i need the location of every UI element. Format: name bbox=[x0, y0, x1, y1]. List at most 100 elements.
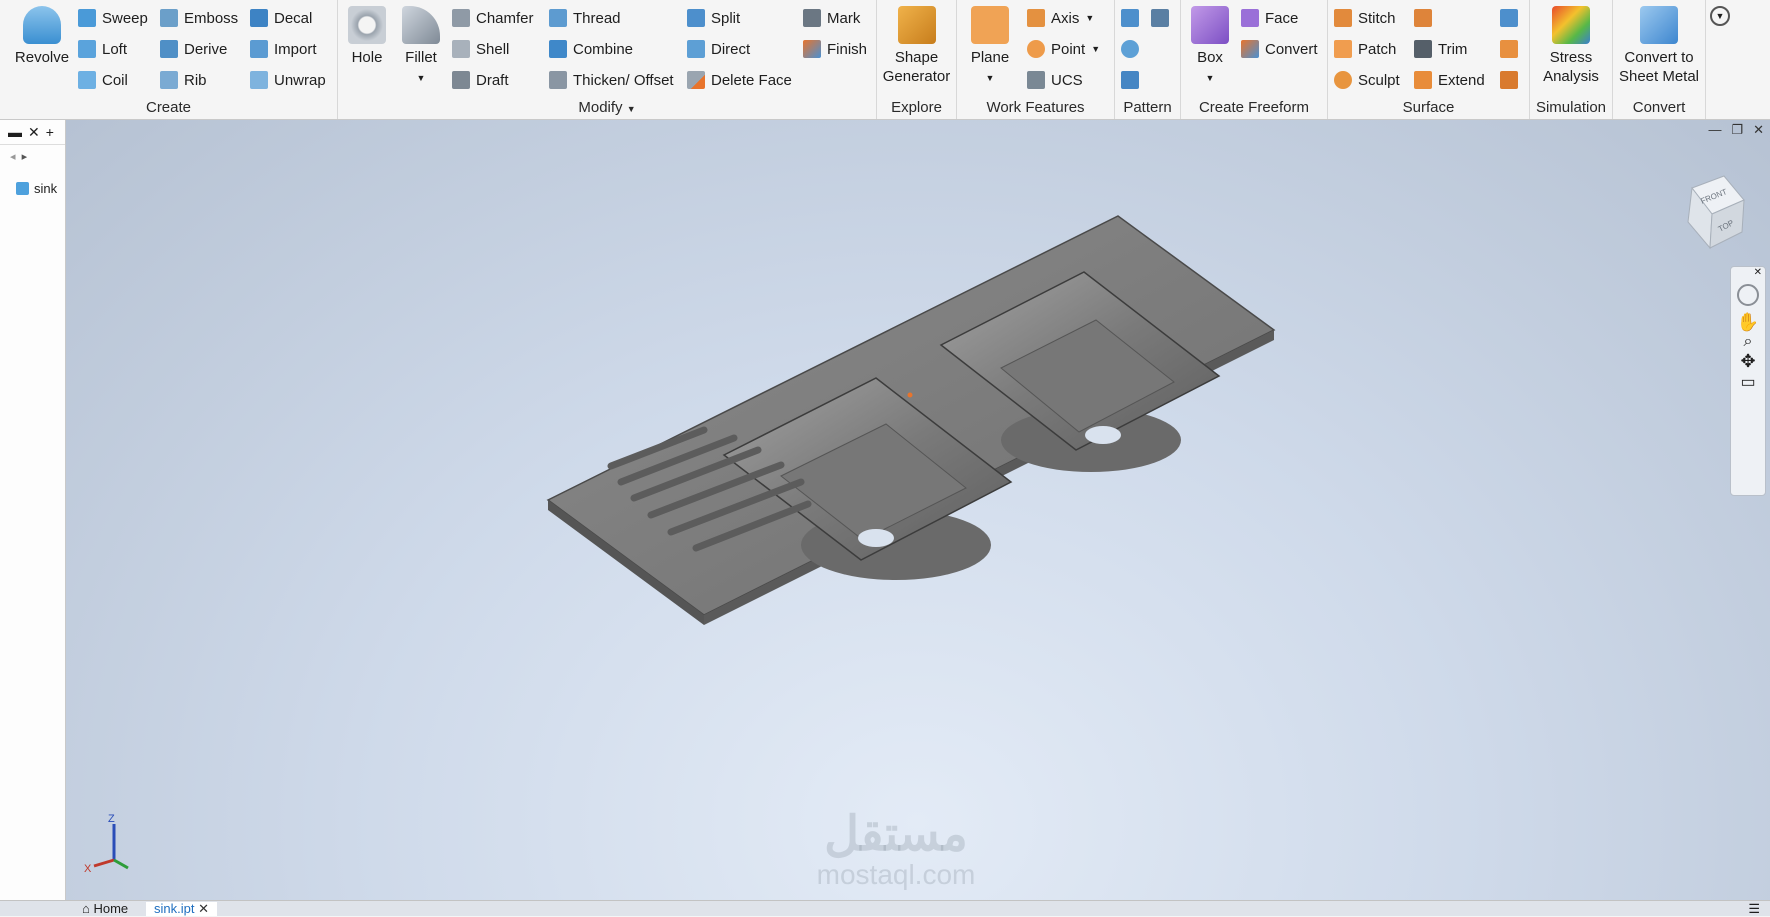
mirror-icon[interactable] bbox=[1151, 9, 1169, 27]
fit-mesh-face-icon[interactable] bbox=[1500, 71, 1518, 89]
explore-panel: Shape Generator Explore bbox=[877, 0, 957, 119]
chamfer-button[interactable]: Chamfer bbox=[452, 9, 534, 27]
direct-button[interactable]: Direct bbox=[687, 40, 750, 58]
trim-button[interactable]: Trim bbox=[1414, 40, 1467, 58]
sketch-driven-pattern-icon[interactable] bbox=[1121, 71, 1139, 89]
split-icon bbox=[687, 9, 705, 27]
pattern-panel-title: Pattern bbox=[1123, 99, 1172, 116]
chamfer-icon bbox=[452, 9, 470, 27]
face-button[interactable]: Face bbox=[1241, 9, 1298, 27]
axis-button[interactable]: Axis ▼ bbox=[1027, 9, 1094, 27]
shape-generator-button[interactable]: Shape Generator bbox=[877, 6, 956, 86]
stitch-icon bbox=[1334, 9, 1352, 27]
browser-menu-icon[interactable]: ▬ bbox=[8, 124, 22, 140]
finish-button[interactable]: Finish bbox=[803, 40, 867, 58]
document-tabs: ⌂ Home sink.ipt ✕ ☰ bbox=[0, 900, 1770, 916]
fillet-button[interactable]: Fillet ▼ bbox=[396, 6, 446, 88]
import-button[interactable]: Import bbox=[250, 40, 317, 58]
box-button[interactable]: Box ▼ bbox=[1185, 6, 1235, 88]
right-drain-hole bbox=[1085, 426, 1121, 444]
convert-freeform-button[interactable]: Convert bbox=[1241, 40, 1318, 58]
work-features-panel: Plane ▼ Axis ▼ Point ▼ UCS Work Features bbox=[957, 0, 1115, 119]
convert-to-sheet-metal-button[interactable]: Convert to Sheet Metal bbox=[1613, 6, 1705, 86]
delete-face-button[interactable]: Delete Face bbox=[687, 71, 792, 89]
fillet-dropdown-icon[interactable]: ▼ bbox=[417, 73, 426, 83]
hole-icon bbox=[348, 6, 386, 44]
simulation-panel-title: Simulation bbox=[1535, 99, 1607, 116]
x-axis-label: X bbox=[84, 863, 92, 875]
axis-dropdown-icon[interactable]: ▼ bbox=[1085, 13, 1094, 23]
ruled-surface-icon[interactable] bbox=[1414, 9, 1432, 27]
browser-nav: ◂ ▸ bbox=[0, 145, 65, 169]
patch-button[interactable]: Patch bbox=[1334, 40, 1396, 58]
z-axis-label: Z bbox=[108, 813, 115, 825]
stitch-button[interactable]: Stitch bbox=[1334, 9, 1396, 27]
ribbon: Revolve Sweep Loft Coil Emboss Derive Ri… bbox=[0, 0, 1770, 120]
stress-analysis-button[interactable]: Stress Analysis bbox=[1530, 6, 1612, 86]
thicken-offset-button[interactable]: Thicken/ Offset bbox=[549, 71, 674, 89]
rib-icon bbox=[160, 71, 178, 89]
back-arrow-icon[interactable]: ◂ bbox=[10, 151, 16, 163]
tab-home[interactable]: ⌂ Home bbox=[74, 902, 136, 916]
box-dropdown-icon[interactable]: ▼ bbox=[1206, 73, 1215, 83]
revolve-button[interactable]: Revolve bbox=[12, 6, 72, 67]
surface-panel: Stitch Patch Sculpt Trim Extend Surface bbox=[1328, 0, 1530, 119]
extend-button[interactable]: Extend bbox=[1414, 71, 1485, 89]
revolve-icon bbox=[23, 6, 61, 44]
mark-button[interactable]: Mark bbox=[803, 9, 860, 27]
import-icon bbox=[250, 40, 268, 58]
plane-icon bbox=[971, 6, 1009, 44]
point-dropdown-icon[interactable]: ▼ bbox=[1091, 44, 1100, 54]
browser-add-icon[interactable]: + bbox=[46, 124, 54, 140]
derive-button[interactable]: Derive bbox=[160, 40, 227, 58]
browser-item-sink[interactable]: sink bbox=[0, 181, 65, 196]
circular-pattern-icon[interactable] bbox=[1121, 40, 1139, 58]
ribbon-options-icon[interactable]: ▼ bbox=[1710, 6, 1730, 26]
graphics-viewport[interactable]: — ❐ ✕ FRONT TOP ✕ ✋ ⌕ ✥ ▭ Z X مستقل most… bbox=[66, 120, 1770, 900]
plane-button[interactable]: Plane ▼ bbox=[963, 6, 1017, 88]
modify-panel-title[interactable]: Modify ▼ bbox=[338, 99, 876, 116]
loft-icon bbox=[78, 40, 96, 58]
thread-icon bbox=[549, 9, 567, 27]
rib-button[interactable]: Rib bbox=[160, 71, 207, 89]
browser-close-icon[interactable]: ✕ bbox=[28, 124, 40, 141]
modify-dropdown-icon[interactable]: ▼ bbox=[627, 104, 636, 114]
tab-sink-ipt[interactable]: sink.ipt ✕ bbox=[146, 902, 217, 916]
emboss-button[interactable]: Emboss bbox=[160, 9, 238, 27]
modify-panel: Hole Fillet ▼ Chamfer Shell Draft Thread … bbox=[338, 0, 877, 119]
watermark-arabic: مستقل bbox=[824, 808, 968, 861]
point-button[interactable]: Point ▼ bbox=[1027, 40, 1100, 58]
sweep-icon bbox=[78, 9, 96, 27]
decal-button[interactable]: Decal bbox=[250, 9, 312, 27]
revolve-label: Revolve bbox=[14, 49, 70, 66]
rectangular-pattern-icon[interactable] bbox=[1121, 9, 1139, 27]
thread-button[interactable]: Thread bbox=[549, 9, 621, 27]
delete-surface-icon[interactable] bbox=[1500, 9, 1518, 27]
sink-model[interactable] bbox=[66, 120, 1770, 900]
combine-button[interactable]: Combine bbox=[549, 40, 633, 58]
ucs-button[interactable]: UCS bbox=[1027, 71, 1083, 89]
forward-arrow-icon[interactable]: ▸ bbox=[22, 151, 28, 163]
sculpt-button[interactable]: Sculpt bbox=[1334, 71, 1400, 89]
unwrap-button[interactable]: Unwrap bbox=[250, 71, 326, 89]
sculpt-icon bbox=[1334, 71, 1352, 89]
hole-button[interactable]: Hole bbox=[342, 6, 392, 67]
thicken-offset-icon bbox=[549, 71, 567, 89]
coil-button[interactable]: Coil bbox=[78, 71, 128, 89]
work-point-marker bbox=[907, 392, 913, 398]
split-button[interactable]: Split bbox=[687, 9, 740, 27]
tab-close-icon[interactable]: ✕ bbox=[198, 901, 209, 916]
loft-button[interactable]: Loft bbox=[78, 40, 127, 58]
create-freeform-panel-title: Create Freeform bbox=[1198, 99, 1310, 116]
stress-analysis-icon bbox=[1552, 6, 1590, 44]
mark-icon bbox=[803, 9, 821, 27]
sweep-button[interactable]: Sweep bbox=[78, 9, 148, 27]
repair-bodies-icon[interactable] bbox=[1500, 40, 1518, 58]
home-icon: ⌂ bbox=[82, 901, 90, 916]
shell-button[interactable]: Shell bbox=[452, 40, 509, 58]
watermark-latin: mostaql.com bbox=[816, 859, 976, 890]
draft-button[interactable]: Draft bbox=[452, 71, 509, 89]
fillet-icon bbox=[402, 6, 440, 44]
plane-dropdown-icon[interactable]: ▼ bbox=[986, 73, 995, 83]
decal-icon bbox=[250, 9, 268, 27]
